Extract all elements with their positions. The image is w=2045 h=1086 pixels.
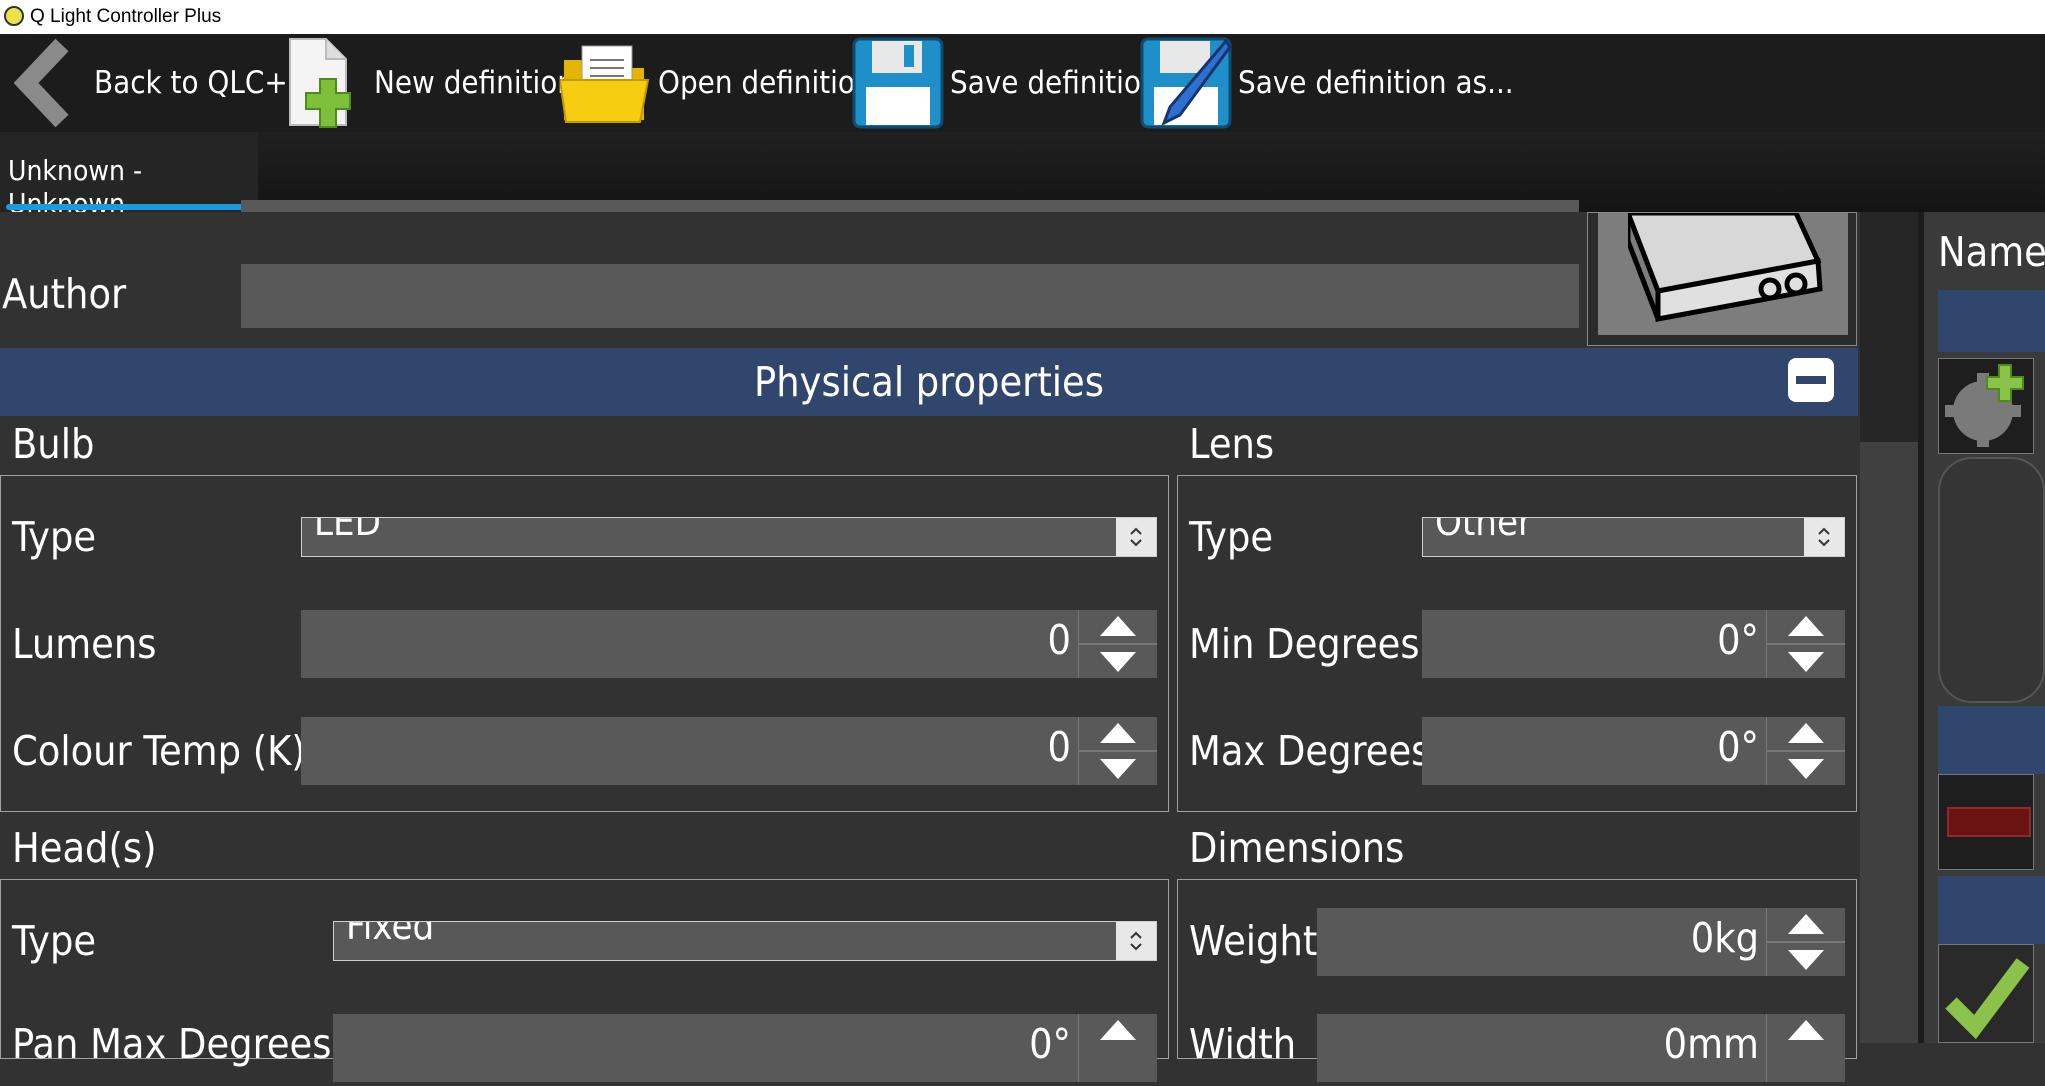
scrollbar-handle[interactable] xyxy=(1860,442,1918,1043)
width-label: Width xyxy=(1189,1020,1297,1068)
lens-type-value: Other xyxy=(1435,517,1533,544)
open-definition-button[interactable]: Open definition xyxy=(560,34,873,132)
weight-label: Weight xyxy=(1189,917,1318,965)
colour-temp-stepper[interactable] xyxy=(1078,717,1157,785)
vertical-scrollbar[interactable] xyxy=(1860,212,1918,1043)
colour-temp-label: Colour Temp (K) xyxy=(12,727,306,775)
back-button[interactable]: Back to QLC+ xyxy=(14,34,288,132)
channels-list[interactable] xyxy=(1938,457,2045,703)
weight-spinbox[interactable]: 0kg xyxy=(1317,908,1845,976)
minus-bar xyxy=(1796,376,1826,384)
physical-properties-header[interactable]: Physical properties xyxy=(0,348,1858,416)
back-arrow-icon xyxy=(14,38,69,128)
window-titlebar: Q Light Controller Plus xyxy=(0,0,2045,34)
bulb-type-select[interactable]: LED xyxy=(301,517,1157,557)
author-label: Author xyxy=(2,270,127,318)
new-definition-label: New definition xyxy=(374,65,575,101)
width-value: 0mm xyxy=(1663,1020,1759,1068)
min-degrees-stepper[interactable] xyxy=(1766,610,1845,678)
chevron-updown-icon xyxy=(1116,518,1156,556)
modes-section-header[interactable] xyxy=(1938,706,2045,774)
min-degrees-label: Min Degrees xyxy=(1189,620,1420,668)
back-label: Back to QLC+ xyxy=(94,65,288,101)
lens-type-label: Type xyxy=(1189,513,1274,561)
save-definition-button[interactable]: Save definition xyxy=(852,34,1159,132)
checkmark-icon xyxy=(1945,958,2030,1040)
pan-max-degrees-value: 0° xyxy=(1029,1020,1071,1068)
name-column-header: Name xyxy=(1938,228,2045,276)
physical-section-header[interactable] xyxy=(1938,876,2045,944)
lens-title: Lens xyxy=(1189,420,1275,468)
min-degrees-spinbox[interactable]: 0° xyxy=(1422,610,1845,678)
author-input[interactable] xyxy=(241,264,1579,328)
max-degrees-label: Max Degrees xyxy=(1189,727,1431,775)
open-definition-label: Open definition xyxy=(658,65,873,101)
bulb-title: Bulb xyxy=(12,420,95,468)
max-degrees-spinbox[interactable]: 0° xyxy=(1422,717,1845,785)
floppy-disk-icon xyxy=(852,37,944,129)
width-spinbox[interactable]: 0mm xyxy=(1317,1014,1845,1082)
open-folder-icon xyxy=(560,45,650,123)
fixture-image-frame[interactable] xyxy=(1587,212,1857,346)
lumens-stepper[interactable] xyxy=(1078,610,1157,678)
name-field[interactable] xyxy=(241,200,1579,212)
tab-active-indicator xyxy=(6,204,252,210)
bulb-type-label: Type xyxy=(12,513,97,561)
heads-title: Head(s) xyxy=(12,824,157,872)
tab-label: Unknown - Unknown xyxy=(8,154,143,220)
collapse-icon[interactable] xyxy=(1788,358,1834,402)
width-stepper[interactable] xyxy=(1766,1014,1845,1082)
save-definition-label: Save definition xyxy=(950,65,1159,101)
window-title: Q Light Controller Plus xyxy=(30,6,222,27)
save-definition-as-button[interactable]: Save definition as... xyxy=(1140,34,1514,132)
new-definition-button[interactable]: New definition xyxy=(284,34,575,132)
pan-max-degrees-label: Pan Max Degrees xyxy=(12,1020,332,1068)
save-definition-as-label: Save definition as... xyxy=(1238,65,1514,101)
weight-stepper[interactable] xyxy=(1766,908,1845,976)
head-type-select[interactable]: Fixed xyxy=(333,921,1157,961)
pan-max-degrees-spinbox[interactable]: 0° xyxy=(333,1014,1157,1082)
weight-value: 0kg xyxy=(1690,914,1759,962)
fixture-device-icon xyxy=(1628,213,1823,323)
max-degrees-stepper[interactable] xyxy=(1766,717,1845,785)
dimensions-title: Dimensions xyxy=(1189,824,1405,872)
head-type-value: Fixed xyxy=(346,921,435,948)
channels-section-header[interactable] xyxy=(1938,290,2045,352)
lumens-label: Lumens xyxy=(12,620,157,668)
chevron-updown-icon xyxy=(1804,518,1844,556)
lens-type-select[interactable]: Other xyxy=(1422,517,1845,557)
floppy-pen-icon xyxy=(1140,37,1232,129)
colour-temp-value: 0 xyxy=(1047,723,1071,771)
chevron-updown-icon xyxy=(1116,922,1156,960)
max-degrees-value: 0° xyxy=(1717,723,1759,771)
pan-max-degrees-stepper[interactable] xyxy=(1078,1014,1157,1082)
add-gear-icon xyxy=(1945,364,2024,447)
confirm-button[interactable] xyxy=(1938,944,2034,1043)
bulb-type-value: LED xyxy=(314,517,381,544)
toolbar: Back to QLC+ New definition Open definit… xyxy=(0,34,2045,132)
tab-unknown-unknown[interactable]: Unknown - Unknown xyxy=(0,132,258,220)
remove-icon xyxy=(1947,807,2031,837)
lumens-value: 0 xyxy=(1047,616,1071,664)
lumens-spinbox[interactable]: 0 xyxy=(301,610,1157,678)
add-channel-button[interactable] xyxy=(1938,358,2034,454)
app-icon xyxy=(4,6,24,26)
remove-button[interactable] xyxy=(1938,774,2034,870)
right-panel: Name xyxy=(1924,212,2045,1043)
new-document-icon xyxy=(289,38,351,128)
head-type-label: Type xyxy=(12,917,97,965)
min-degrees-value: 0° xyxy=(1717,616,1759,664)
colour-temp-spinbox[interactable]: 0 xyxy=(301,717,1157,785)
physical-properties-title: Physical properties xyxy=(754,358,1104,406)
